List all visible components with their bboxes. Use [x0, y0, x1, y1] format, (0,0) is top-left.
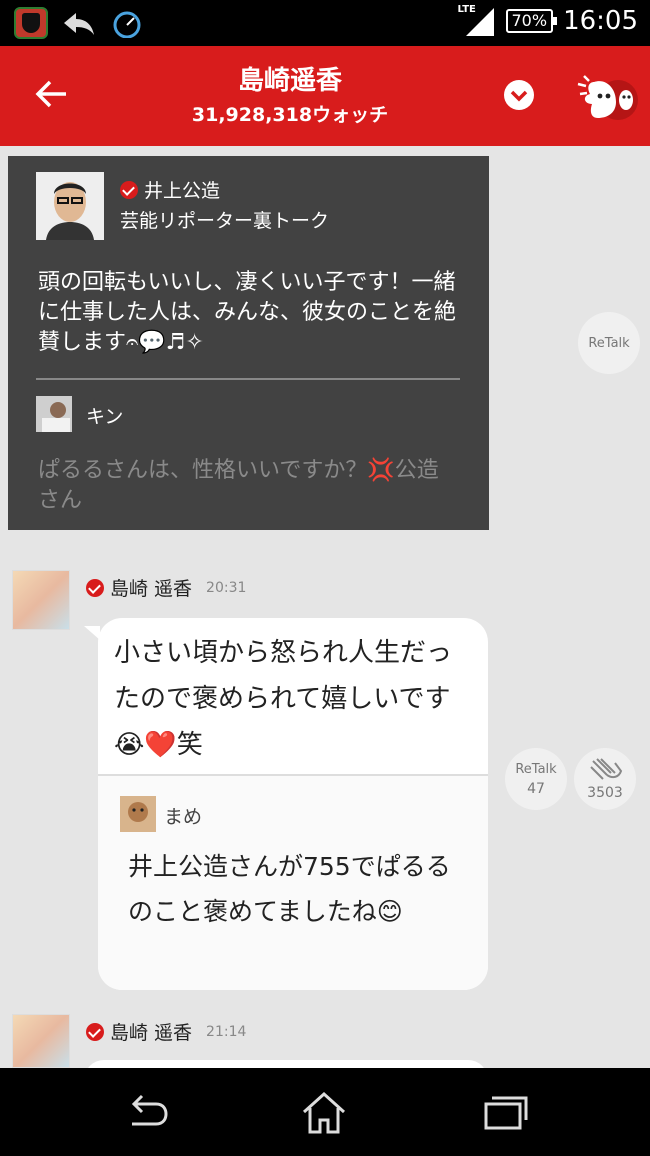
author-avatar[interactable] [36, 172, 104, 240]
post-time: 21:14 [206, 1023, 247, 1040]
message-text: 小さい頃から怒られ人生だったので褒められて嬉しいです😭❤️笑 [114, 638, 453, 760]
author-name: 井上公造 [144, 180, 221, 202]
retalk-count: 47 [527, 780, 545, 797]
divider [98, 774, 488, 776]
app-header: 島崎遥香 31,928,318ウォッチ [0, 46, 650, 146]
post-time: 20:31 [206, 579, 247, 596]
home-nav-icon[interactable] [300, 1090, 348, 1134]
retalked-card[interactable]: 井上公造 芸能リポーター裏トーク 頭の回転もいいし、凄くいい子です！一緒に仕事し… [8, 156, 489, 530]
speedometer-notification-icon [113, 11, 141, 38]
reply-notification-icon [64, 13, 94, 35]
quoted-text: 井上公造さんが755でぱるるのこと褒めてましたね😊 [128, 852, 451, 926]
post-author: 島崎 遥香 [110, 578, 193, 600]
post-header: 島崎 遥香 21:14 [86, 1018, 246, 1045]
retalk-button[interactable]: ReTalk [578, 312, 640, 374]
quoted-name: まめ [164, 806, 203, 828]
retalk-button[interactable]: ReTalk 47 [505, 748, 567, 810]
reply-name: キン [86, 406, 124, 428]
verified-check-icon [86, 1022, 104, 1041]
app-notification-icon [14, 7, 48, 39]
verified-check-icon [120, 180, 138, 199]
back-nav-icon[interactable] [122, 1090, 170, 1134]
battery-level: 70% [511, 11, 548, 30]
system-nav-bar [0, 1068, 650, 1156]
divider [36, 378, 460, 380]
retalk-label: ReTalk [588, 335, 630, 351]
verified-check-icon [86, 578, 104, 597]
message-bubble[interactable]: 小さい頃から怒られ人生だったので褒められて嬉しいです😭❤️笑 まめ 井上公造さん… [98, 618, 488, 990]
poster-avatar[interactable] [12, 570, 70, 630]
status-bar: LTE 70% 16:05 [0, 0, 650, 46]
recent-apps-icon[interactable] [482, 1090, 530, 1134]
quote-text: 頭の回転もいいし、凄くいい子です！一緒に仕事した人は、みんな、彼女のことを絶賛し… [38, 270, 457, 355]
clap-button[interactable]: 3503 [574, 748, 636, 810]
reply-text: ぱるるさんは、性格いいですか？💢公造さん [38, 458, 439, 513]
chevron-down-icon[interactable] [504, 80, 534, 110]
mascot-menu-icon[interactable] [576, 70, 638, 122]
reply-avatar[interactable] [36, 396, 72, 432]
post-author: 島崎 遥香 [110, 1022, 193, 1044]
post-header: 島崎 遥香 20:31 [86, 574, 246, 601]
watch-count: 31,928,318ウォッチ [191, 104, 389, 126]
clap-count: 3503 [587, 785, 623, 801]
clock: 16:05 [563, 6, 638, 36]
poster-avatar[interactable] [12, 1014, 70, 1068]
author-subtitle: 芸能リポーター裏トーク [120, 210, 330, 232]
retalk-label: ReTalk [515, 761, 557, 777]
battery-indicator: 70% [505, 9, 557, 33]
clap-hands-icon [590, 758, 623, 780]
signal-icon: LTE [458, 4, 496, 38]
quoted-avatar[interactable] [120, 796, 156, 832]
author-name-row: 井上公造 [120, 176, 220, 203]
page-title: 島崎遥香 [237, 66, 342, 96]
